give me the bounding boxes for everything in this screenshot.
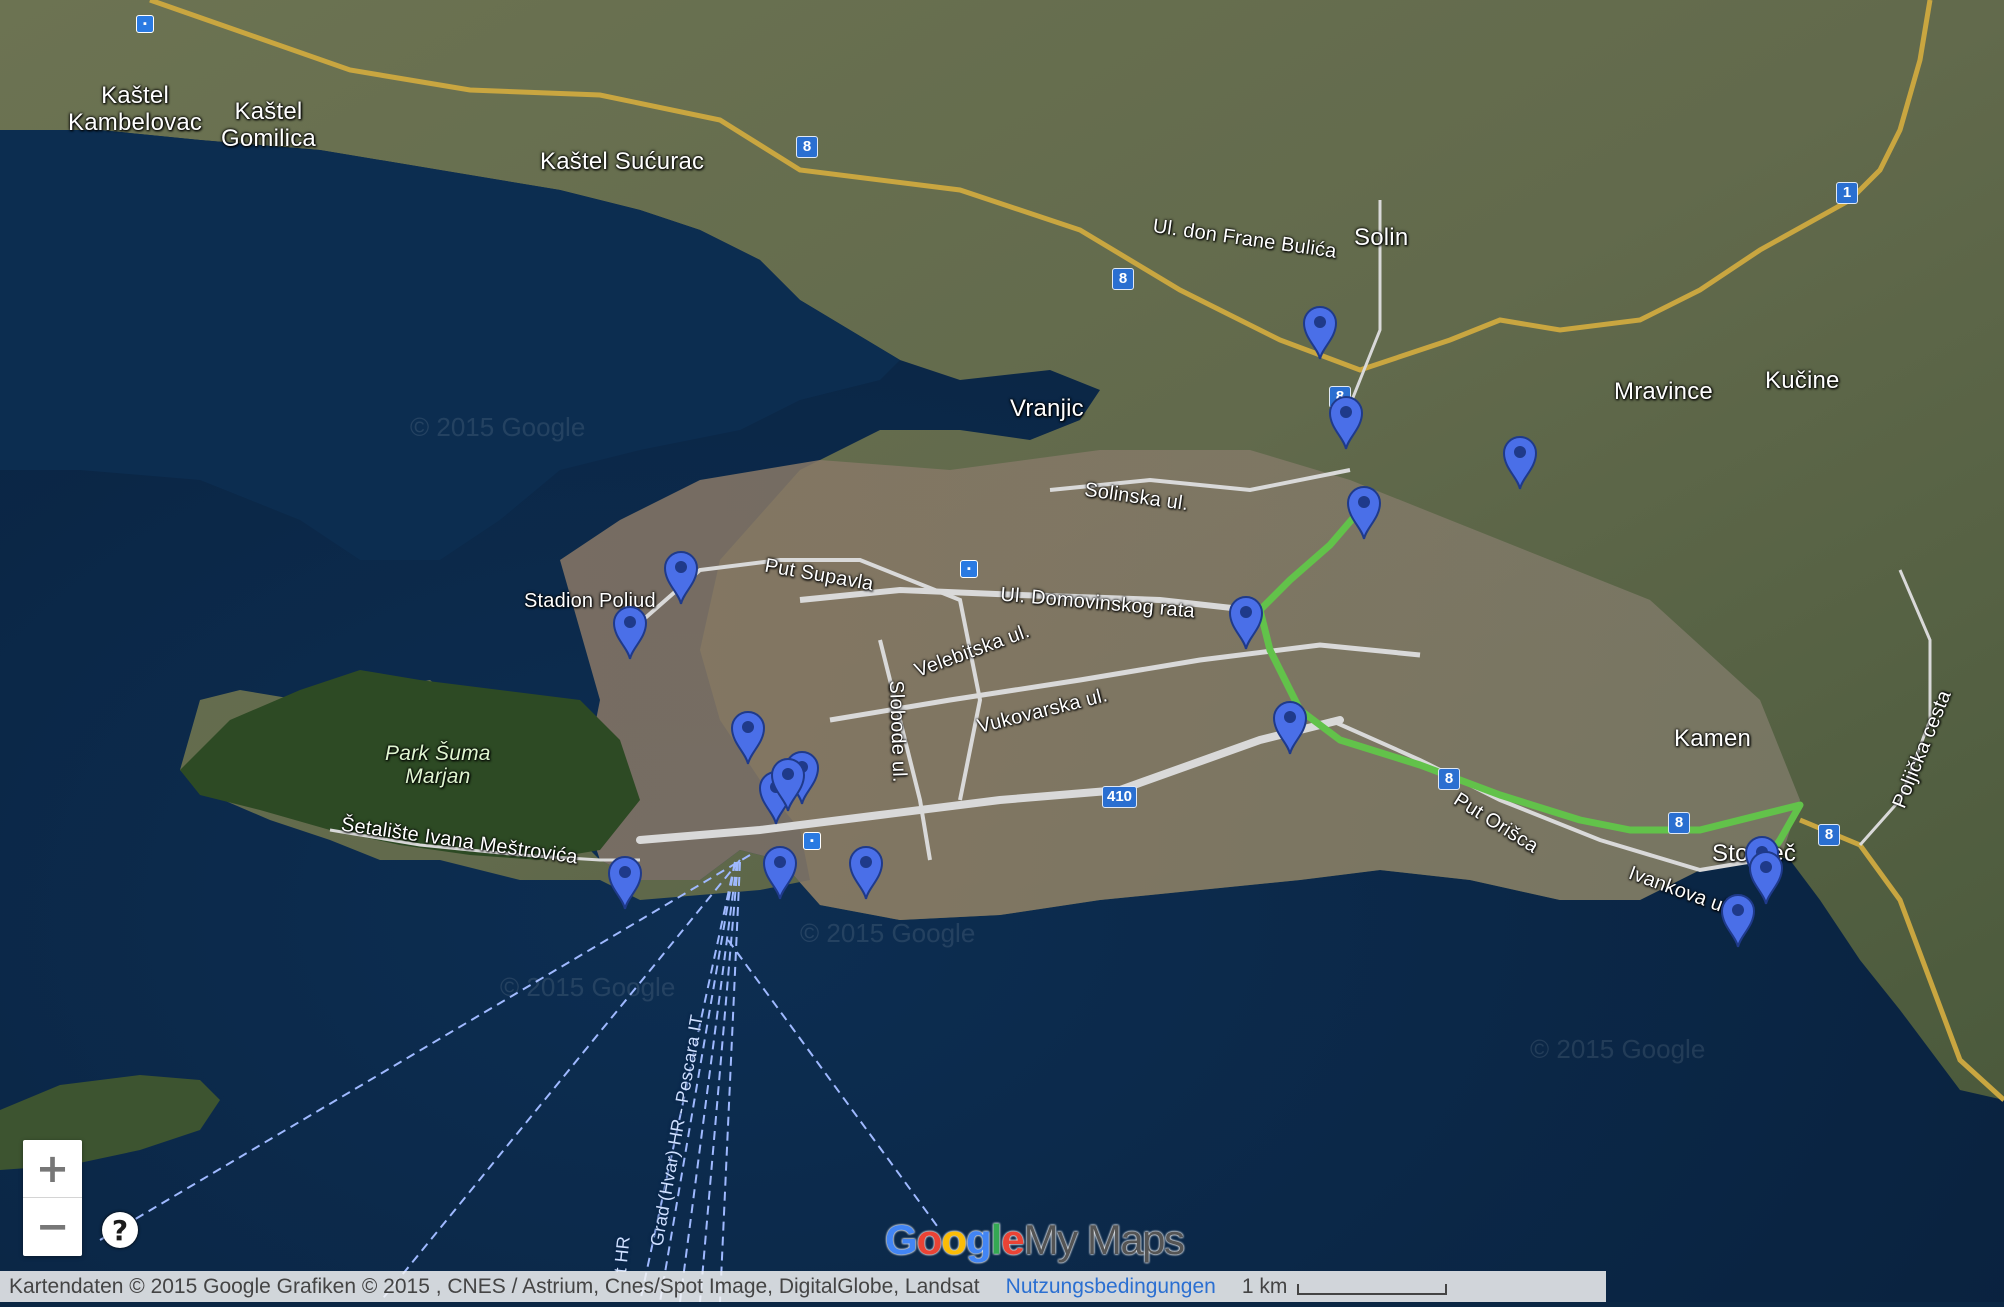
logo-letter: l — [990, 1216, 1003, 1263]
zoom-control: + − — [23, 1140, 82, 1256]
place-label: Kamen — [1674, 725, 1752, 752]
logo-letter: e — [1001, 1216, 1024, 1263]
map-marker-pin-icon[interactable] — [606, 854, 644, 910]
place-label: Kaštel Kambelovac — [68, 82, 203, 136]
zoom-in-button[interactable]: + — [23, 1140, 82, 1198]
map-marker-pin-icon[interactable] — [1301, 304, 1339, 360]
attribution-text: Kartendaten © 2015 Google Grafiken © 201… — [9, 1274, 980, 1298]
map-marker-pin-icon[interactable] — [1227, 594, 1265, 650]
bus-stop-icon[interactable]: ▪ — [803, 832, 821, 850]
logo-mymaps: My Maps — [1023, 1216, 1185, 1263]
route-shield: 8 — [796, 136, 818, 158]
zoom-out-button[interactable]: − — [23, 1198, 82, 1255]
ferry-label: t HR — [610, 1235, 634, 1274]
google-my-maps-logo: GoogleMy Maps — [885, 1216, 1185, 1264]
place-label: Kaštel Sućurac — [540, 148, 705, 175]
map-marker-pin-icon[interactable] — [1327, 394, 1365, 450]
scale-bar — [1297, 1284, 1448, 1295]
map-marker-pin-icon[interactable] — [729, 709, 767, 765]
map-marker-pin-icon[interactable] — [1501, 434, 1539, 490]
map-marker-pin-icon[interactable] — [611, 604, 649, 660]
map-footer: Kartendaten © 2015 Google Grafiken © 201… — [0, 1271, 1606, 1302]
map-marker-pin-icon[interactable] — [1719, 892, 1757, 948]
logo-letter: g — [965, 1216, 992, 1263]
place-label: Mravince — [1614, 378, 1713, 405]
map-marker-pin-icon[interactable] — [847, 844, 885, 900]
satellite-map[interactable]: Kaštel Kambelovac Kaštel Gomilica Kaštel… — [0, 0, 2004, 1303]
route-shield: 8 — [1438, 768, 1460, 790]
scale-label: 1 km — [1241, 1274, 1288, 1298]
route-shield: 8 — [1668, 812, 1690, 834]
route-shield: 1 — [1836, 182, 1858, 204]
logo-letter: o — [916, 1216, 943, 1263]
route-shield: 8 — [1112, 268, 1134, 290]
map-watermark: © 2015 Google — [1530, 1034, 1706, 1064]
route-shield: 8 — [1818, 824, 1840, 846]
map-marker-pin-icon[interactable] — [1271, 699, 1309, 755]
map-marker-pin-icon[interactable] — [761, 844, 799, 900]
map-watermark: © 2015 Google — [410, 412, 586, 442]
map-marker-pin-icon[interactable] — [1345, 484, 1383, 540]
bus-stop-icon[interactable]: ▪ — [960, 560, 978, 578]
help-icon[interactable]: ? — [102, 1212, 138, 1248]
place-label: Vranjic — [1010, 395, 1084, 422]
map-watermark: © 2015 Google — [800, 918, 976, 948]
bus-stop-icon[interactable]: ▪ — [136, 15, 154, 33]
logo-letter: o — [941, 1216, 967, 1263]
street-label: Slobode ul. — [884, 679, 911, 783]
map-marker-pin-icon[interactable] — [769, 756, 807, 812]
place-label: Solin — [1354, 224, 1409, 251]
place-label: Kaštel Gomilica — [221, 98, 316, 152]
park-label: Park Šuma Marjan — [385, 742, 491, 788]
map-marker-pin-icon[interactable] — [662, 549, 700, 605]
map-watermark: © 2015 Google — [500, 972, 676, 1002]
logo-letter: G — [885, 1216, 918, 1263]
terms-link[interactable]: Nutzungsbedingungen — [1006, 1275, 1216, 1299]
place-label: Kučine — [1765, 367, 1840, 394]
route-shield: 410 — [1102, 786, 1138, 808]
